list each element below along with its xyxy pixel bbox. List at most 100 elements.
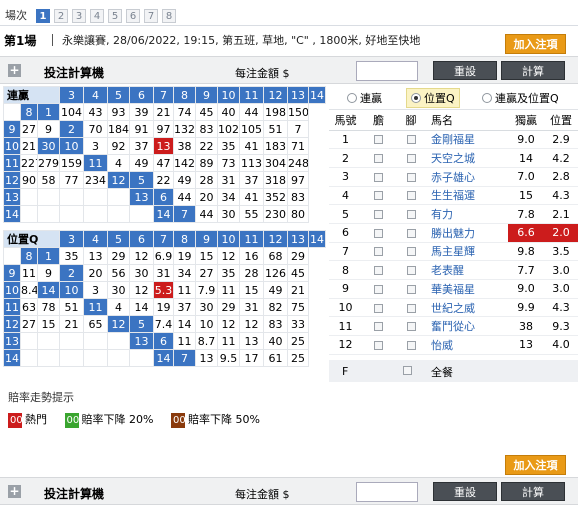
quinella-odds-cell[interactable]: 31 (217, 171, 241, 189)
horse-name-link[interactable]: 天空之城 (427, 148, 508, 168)
place_q-odds-cell[interactable]: 1 (36, 247, 61, 265)
quinella-odds-cell[interactable]: 71 (287, 137, 310, 155)
place_q-odds-cell[interactable]: 63 (20, 298, 38, 316)
place_q-odds-cell[interactable]: 45 (287, 264, 310, 282)
place_q-odds-cell[interactable]: 51 (59, 298, 85, 316)
place_q-odds-cell[interactable]: 14 (173, 315, 197, 333)
race-button-2[interactable]: 2 (54, 9, 68, 23)
quinella-odds-cell[interactable]: 22 (195, 137, 219, 155)
quinella-odds-cell[interactable]: 45 (195, 103, 219, 121)
win-odds[interactable]: 9.8 (508, 242, 544, 262)
horse-name-link[interactable]: 怡威 (427, 335, 508, 355)
quinella-odds-cell[interactable]: 12 (107, 171, 131, 189)
place_q-odds-cell[interactable]: 9 (36, 264, 61, 282)
place_q-odds-cell[interactable]: 12 (217, 247, 241, 265)
place-odds[interactable]: 9.3 (544, 316, 578, 337)
place_q-odds-cell[interactable]: 13 (195, 349, 219, 367)
quinella-odds-cell[interactable]: 159 (59, 154, 85, 172)
place_q-odds-cell[interactable]: 6.9 (153, 247, 175, 265)
quinella-odds-cell[interactable]: 198 (263, 103, 289, 121)
quinella-odds-cell[interactable]: 83 (195, 120, 219, 138)
race-button-3[interactable]: 3 (72, 9, 86, 23)
leg-checkbox[interactable] (406, 340, 416, 350)
quinella-odds-cell[interactable]: 38 (173, 137, 197, 155)
place-odds[interactable]: 3.5 (544, 242, 578, 262)
place_q-odds-cell[interactable]: 25 (287, 349, 310, 367)
place_q-odds-cell[interactable]: 15 (195, 247, 219, 265)
place_q-odds-cell[interactable]: 9.5 (217, 349, 241, 367)
expand-plus-icon[interactable]: + (8, 485, 21, 498)
win-odds[interactable]: 13 (508, 335, 544, 355)
race-button-6[interactable]: 6 (126, 9, 140, 23)
place_q-odds-cell[interactable]: 12 (217, 315, 241, 333)
quinella-odds-cell[interactable]: 142 (173, 154, 197, 172)
quinella-odds-cell[interactable]: 105 (239, 120, 265, 138)
quinella-odds-cell[interactable]: 39 (129, 103, 155, 121)
place_q-odds-cell[interactable]: 8.7 (195, 332, 219, 350)
leg-checkbox[interactable] (406, 135, 416, 145)
place_q-odds-cell[interactable]: 11 (83, 298, 109, 316)
place_q-odds-cell[interactable]: 31 (239, 298, 265, 316)
win-odds[interactable]: 7.8 (508, 204, 544, 224)
quinella-odds-cell[interactable]: 7 (173, 205, 197, 223)
quinella-odds-cell[interactable]: 49 (129, 154, 155, 172)
quinella-odds-cell[interactable]: 41 (239, 137, 265, 155)
horse-name-link[interactable]: 世紀之威 (427, 298, 508, 318)
place-odds[interactable]: 4.3 (544, 298, 578, 318)
quinella-odds-cell[interactable]: 44 (195, 205, 219, 223)
banker-checkbox[interactable] (374, 266, 383, 276)
add-bet-button-bottom[interactable]: 加入注項 (505, 455, 566, 475)
quinella-odds-cell[interactable]: 2 (59, 120, 85, 138)
place-odds[interactable]: 4.0 (544, 335, 578, 355)
place_q-odds-cell[interactable]: 126 (263, 264, 289, 282)
place_q-odds-cell[interactable]: 12 (107, 315, 131, 333)
quinella-odds-cell[interactable]: 279 (36, 154, 61, 172)
place-odds[interactable]: 3.0 (544, 279, 578, 299)
place_q-odds-cell[interactable]: 82 (263, 298, 289, 316)
quinella-odds-cell[interactable]: 20 (195, 188, 219, 206)
race-button-4[interactable]: 4 (90, 9, 104, 23)
leg-checkbox[interactable] (406, 172, 416, 182)
quinella-odds-cell[interactable]: 22 (153, 171, 175, 189)
quinella-odds-cell[interactable]: 1 (36, 103, 61, 121)
place_q-odds-cell[interactable]: 10 (59, 281, 85, 299)
horse-name-link[interactable]: 金剛福星 (427, 130, 508, 150)
quinella-odds-cell[interactable]: 6 (153, 188, 175, 206)
place_q-odds-cell[interactable]: 49 (263, 281, 289, 299)
quinella-odds-cell[interactable]: 89 (195, 154, 219, 172)
place_q-odds-cell[interactable]: 21 (287, 281, 310, 299)
quinella-odds-cell[interactable]: 37 (239, 171, 265, 189)
place_q-odds-cell[interactable]: 30 (129, 264, 155, 282)
quinella-odds-cell[interactable]: 73 (217, 154, 241, 172)
place_q-odds-cell[interactable]: 17 (239, 349, 265, 367)
place_q-odds-cell[interactable]: 30 (195, 298, 219, 316)
quinella-odds-cell[interactable]: 352 (263, 188, 289, 206)
place_q-odds-cell[interactable]: 37 (173, 298, 197, 316)
place_q-odds-cell[interactable]: 11 (217, 281, 241, 299)
place-odds[interactable]: 4.3 (544, 186, 578, 206)
place_q-odds-cell[interactable]: 28 (239, 264, 265, 282)
quinella-odds-cell[interactable]: 80 (287, 205, 310, 223)
place_q-odds-cell[interactable]: 13 (83, 247, 109, 265)
place_q-odds-cell[interactable]: 29 (217, 298, 241, 316)
quinella-odds-cell[interactable]: 184 (107, 120, 131, 138)
leg-checkbox[interactable] (406, 191, 416, 201)
quinella-odds-cell[interactable]: 49 (173, 171, 197, 189)
leg-checkbox[interactable] (406, 266, 416, 276)
place_q-odds-cell[interactable]: 12 (239, 315, 265, 333)
quinella-odds-cell[interactable]: 13 (153, 137, 175, 155)
leg-checkbox[interactable] (406, 322, 416, 332)
radio-quinella[interactable]: 連贏 (347, 90, 382, 106)
place_q-odds-cell[interactable]: 8.4 (20, 281, 38, 299)
banker-checkbox[interactable] (374, 135, 383, 145)
leg-checkbox[interactable] (406, 210, 416, 220)
quinella-odds-cell[interactable]: 4 (107, 154, 131, 172)
banker-checkbox[interactable] (374, 228, 383, 238)
horse-name-link[interactable]: 生生福運 (427, 186, 508, 206)
banker-checkbox[interactable] (374, 191, 383, 201)
quinella-odds-cell[interactable]: 27 (20, 120, 38, 138)
race-button-8[interactable]: 8 (162, 9, 176, 23)
place_q-odds-cell[interactable]: 5.3 (153, 281, 175, 299)
quinella-odds-cell[interactable]: 104 (59, 103, 85, 121)
amount-input[interactable] (356, 61, 418, 81)
